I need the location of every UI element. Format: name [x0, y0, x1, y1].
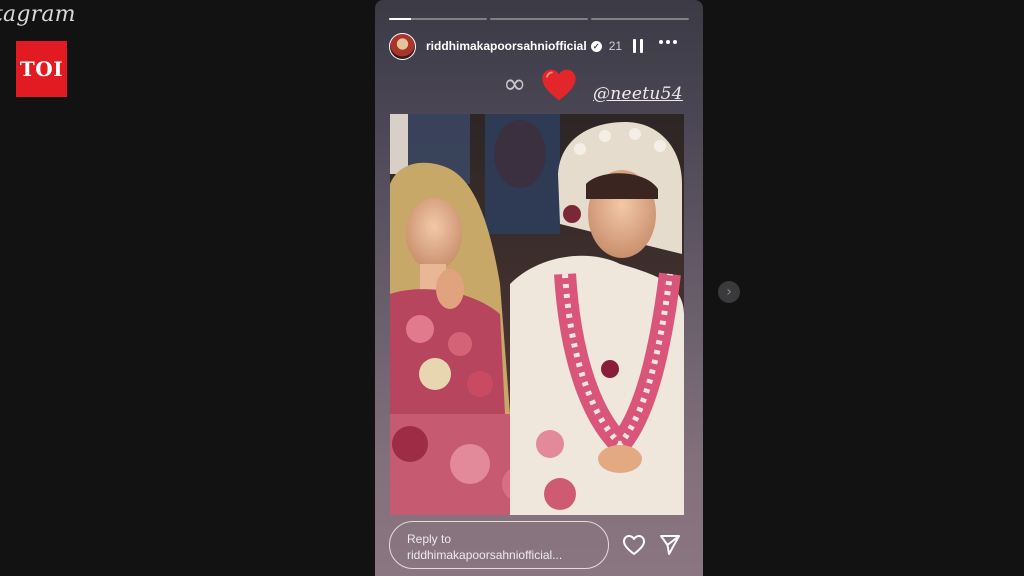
progress-segment	[490, 18, 588, 20]
paper-plane-icon[interactable]	[658, 533, 682, 557]
heart-outline-icon[interactable]	[622, 534, 646, 556]
progress-segment	[591, 18, 689, 20]
chevron-right-icon[interactable]: ›	[718, 281, 740, 303]
reply-placeholder-line2: riddhimakapoorsahniofficial...	[407, 548, 563, 562]
story-timestamp: 21	[608, 39, 623, 53]
pause-icon[interactable]	[632, 39, 644, 53]
progress-fill	[389, 18, 411, 20]
toi-logo-text: TOI	[19, 57, 64, 81]
red-heart-emoji	[542, 69, 576, 101]
story-username[interactable]: riddhimakapoorsahniofficial	[426, 39, 587, 53]
verified-badge-icon: ✓	[590, 40, 602, 52]
more-options-icon[interactable]	[659, 40, 677, 44]
reply-placeholder-line1: Reply to	[407, 532, 452, 546]
reply-input[interactable]: Reply to riddhimakapoorsahniofficial...	[389, 521, 609, 569]
instagram-wordmark: tagram	[0, 2, 76, 27]
infinity-emoji: ∞	[503, 67, 527, 100]
toi-logo: TOI	[16, 41, 67, 97]
wedding-photo	[390, 114, 684, 515]
profile-avatar[interactable]	[389, 32, 416, 60]
mention-sticker[interactable]: @neetu54	[593, 84, 683, 104]
progress-segment	[389, 18, 487, 20]
story-progress-bar	[389, 18, 689, 20]
story-header: riddhimakapoorsahniofficial ✓ 21	[389, 32, 689, 60]
